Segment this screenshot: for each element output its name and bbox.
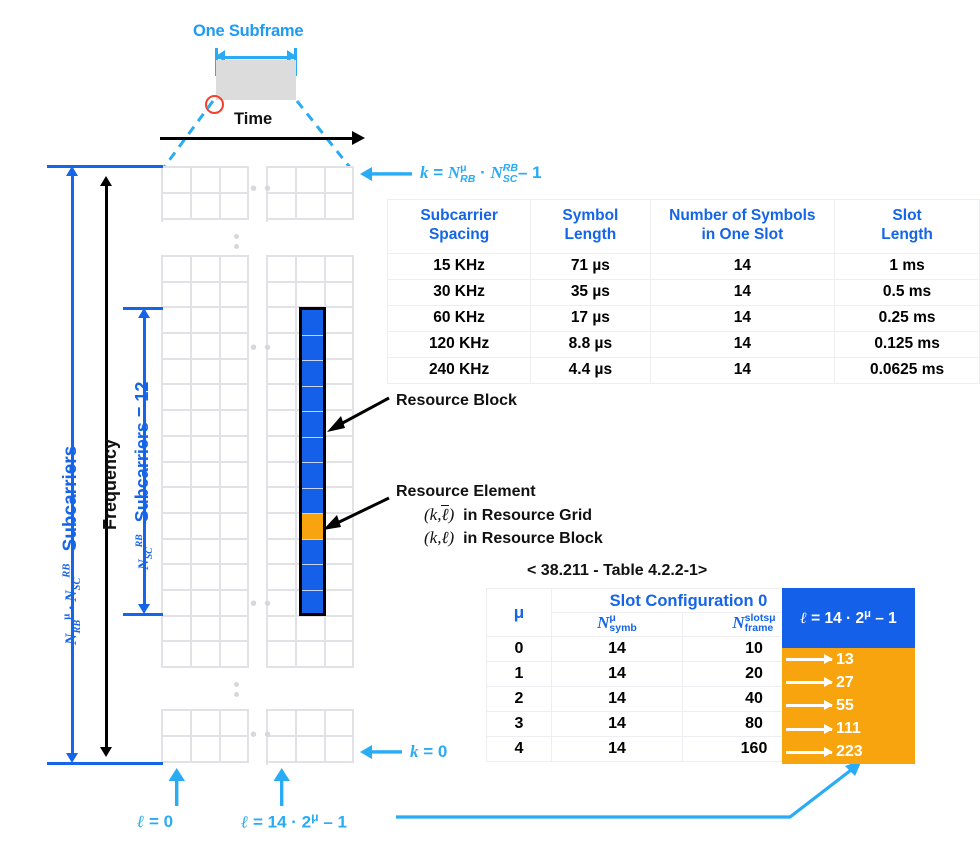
ell-column-values: 13 27 55 111 223 [782, 648, 915, 764]
cell-mu: 2 [486, 686, 552, 713]
white-arrow-icon [786, 746, 833, 757]
cell-mu: 0 [486, 636, 552, 663]
table-row: 4 14 160 [486, 736, 826, 763]
ell-column-header: ℓ = 14 · 2μ – 1 [782, 588, 915, 648]
cell-spacing: 240 KHz [386, 356, 532, 384]
cell-mu: 1 [486, 661, 552, 688]
cell-nsymb: 14 [551, 636, 683, 663]
table-group-header-row: μ Slot Configuration 0 [486, 587, 826, 638]
table-row: 120 KHz 8.8 µs 14 0.125 ms [386, 330, 980, 358]
header-slot-length: Slot Length [834, 199, 980, 254]
table-row: 1 14 20 [486, 661, 826, 688]
cell-ell: 13 [836, 650, 854, 668]
cell-symbol-length: 35 µs [530, 278, 651, 306]
cell-slot-length: 0.0625 ms [834, 356, 980, 384]
ell-value-row: 13 [782, 648, 915, 671]
resource-element-block-coord-line: (k,ℓ) in Resource Block [424, 528, 603, 547]
table-row: 0 14 10 [486, 636, 826, 663]
cell-spacing: 15 KHz [386, 252, 532, 280]
cell-mu: 3 [486, 711, 552, 738]
header-n-symb: Nμ symb [551, 611, 683, 638]
table-row: 30 KHz 35 µs 14 0.5 ms [386, 278, 980, 306]
cell-symbol-length: 71 µs [530, 252, 651, 280]
cell-slot-length: 0.25 ms [834, 304, 980, 332]
cell-mu: 4 [486, 736, 552, 763]
cell-symbol-length: 4.4 µs [530, 356, 651, 384]
cell-symbol-length: 8.8 µs [530, 330, 651, 358]
cell-ell: 27 [836, 673, 854, 691]
cell-ell: 223 [836, 743, 863, 761]
cell-num-symbols: 14 [649, 252, 836, 280]
resource-block-annotation: Resource Block [396, 392, 517, 409]
cell-num-symbols: 14 [649, 304, 836, 332]
resource-element-block-text: in Resource Block [463, 530, 603, 547]
slot-configuration-table: μ Slot Configuration 0 Nμ symb Nslotsμ fra… [486, 587, 826, 763]
table-row: 3 14 80 [486, 711, 826, 738]
header-subcarrier-spacing: Subcarrier Spacing [386, 199, 532, 254]
cell-nsymb: 14 [551, 711, 683, 738]
cell-spacing: 120 KHz [386, 330, 532, 358]
cell-spacing: 30 KHz [386, 278, 532, 306]
cell-slot-length: 1 ms [834, 252, 980, 280]
cell-nsymb: 14 [551, 686, 683, 713]
ell-value-row: 55 [782, 694, 915, 717]
table-row: 240 KHz 4.4 µs 14 0.0625 ms [386, 356, 980, 384]
ell-value-row: 27 [782, 671, 915, 694]
white-arrow-icon [786, 654, 833, 665]
table-row: 2 14 40 [486, 686, 826, 713]
cell-slot-length: 0.125 ms [834, 330, 980, 358]
cell-num-symbols: 14 [649, 330, 836, 358]
cell-nsymb: 14 [551, 661, 683, 688]
ell-value-row: 111 [782, 718, 915, 741]
cell-num-symbols: 14 [649, 356, 836, 384]
header-number-of-symbols: Number of Symbols in One Slot [649, 199, 836, 254]
cell-nsymb: 14 [551, 736, 683, 763]
white-arrow-icon [786, 723, 833, 734]
cell-symbol-length: 17 µs [530, 304, 651, 332]
cell-ell: 55 [836, 696, 854, 714]
white-arrow-icon [786, 677, 833, 688]
resource-element-grid-coord-line: (k,ℓ) in Resource Grid [424, 505, 593, 524]
table-header-row: Subcarrier Spacing Symbol Length Number of… [386, 199, 980, 254]
white-arrow-icon [786, 700, 833, 711]
cell-num-symbols: 14 [649, 278, 836, 306]
ell-value-row: 223 [782, 741, 915, 764]
header-mu: μ [486, 587, 552, 638]
header-symbol-length: Symbol Length [530, 199, 651, 254]
resource-element-annotation: Resource Element [396, 483, 536, 500]
cell-slot-length: 0.5 ms [834, 278, 980, 306]
table-caption: < 38.211 - Table 4.2.2-1> [527, 562, 708, 579]
cell-spacing: 60 KHz [386, 304, 532, 332]
cell-ell: 111 [836, 720, 861, 738]
resource-element-grid-text: in Resource Grid [463, 507, 593, 524]
table-row: 60 KHz 17 µs 14 0.25 ms [386, 304, 980, 332]
subcarrier-spacing-table: Subcarrier Spacing Symbol Length Number of… [386, 199, 980, 384]
resource-element-annotation-group: Resource Element (k,ℓ) in Resource Grid … [396, 483, 603, 548]
ell-column-formula: ℓ = 14 · 2μ – 1 [800, 607, 897, 628]
table-row: 15 KHz 71 µs 14 1 ms [386, 252, 980, 280]
